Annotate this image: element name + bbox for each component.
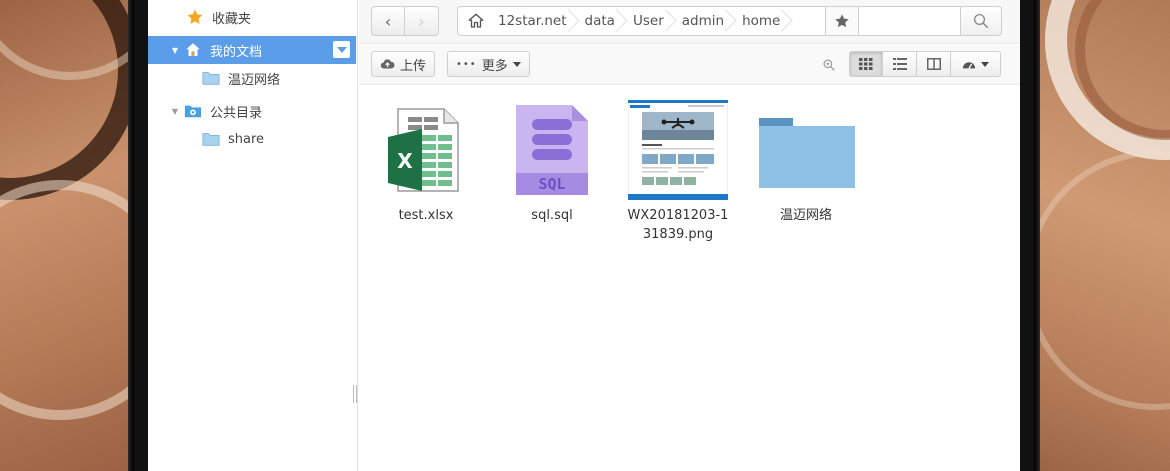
row-menu-button[interactable] xyxy=(333,41,350,58)
sidebar-item-public[interactable]: ▼ 公共目录 xyxy=(148,97,356,125)
sidebar-item-my-documents[interactable]: ▼ 我的文档 xyxy=(148,36,356,64)
file-item[interactable]: 温迈网络 xyxy=(751,100,861,225)
bezel-edge-left xyxy=(128,0,134,471)
home-icon xyxy=(184,41,202,59)
upload-label: 上传 xyxy=(400,58,427,74)
breadcrumb-item[interactable]: home xyxy=(738,7,794,35)
expand-caret-icon[interactable]: ▼ xyxy=(170,45,180,55)
image-thumbnail xyxy=(623,100,733,200)
file-name: 温迈网络 xyxy=(779,208,832,223)
public-folder-icon xyxy=(184,102,202,120)
file-item[interactable]: SQL sql.sql xyxy=(497,100,607,225)
ellipsis-icon: ••• xyxy=(456,58,477,70)
list-view-button[interactable] xyxy=(883,51,917,77)
search-icon xyxy=(973,13,989,29)
chevron-left-icon: ‹ xyxy=(384,11,392,31)
sidebar-item-wenmai[interactable]: 温迈网络 xyxy=(148,64,356,92)
theme-dropdown-button[interactable] xyxy=(951,51,1001,77)
breadcrumb-home[interactable] xyxy=(458,7,494,35)
sidebar-item-label: share xyxy=(228,131,265,147)
sidebar-item-label: 收藏夹 xyxy=(212,11,252,27)
toolbar: 上传 ••• 更多 xyxy=(359,45,1020,85)
list-icon xyxy=(892,58,907,70)
sidebar-item-label: 温迈网络 xyxy=(228,72,281,88)
sidebar-tree: 收藏夹 ▼ 我的文档 温迈网络 ▼ 公共目录 share xyxy=(148,0,358,471)
folder-icon xyxy=(202,130,220,148)
file-grid: X test.xlsx SQL sql.sql WX20181203-13183… xyxy=(359,86,1020,471)
favorite-button[interactable] xyxy=(825,6,859,36)
cloud-upload-icon xyxy=(380,58,395,70)
file-name: WX20181203-131839.png xyxy=(627,208,729,242)
columns-icon xyxy=(926,58,941,70)
expand-caret-icon[interactable]: ▼ xyxy=(170,106,180,116)
sidebar-item-label: 我的文档 xyxy=(210,44,263,60)
search-button[interactable] xyxy=(960,6,1002,36)
forward-button[interactable]: › xyxy=(405,6,439,36)
search-input[interactable] xyxy=(858,6,972,36)
view-mode-group xyxy=(849,51,1001,77)
grid-view-button[interactable] xyxy=(849,51,883,77)
file-name: test.xlsx xyxy=(398,208,454,223)
split-view-button[interactable] xyxy=(917,51,951,77)
star-icon xyxy=(835,14,849,28)
file-item[interactable]: X test.xlsx xyxy=(371,100,481,225)
folder-icon xyxy=(751,100,861,200)
breadcrumb-item[interactable]: admin xyxy=(678,7,738,35)
breadcrumb-item[interactable]: 12star.net xyxy=(494,7,581,35)
sql-file-icon: SQL xyxy=(497,100,607,200)
sidebar-item-favorites[interactable]: 收藏夹 xyxy=(148,3,356,31)
more-label: 更多 xyxy=(481,58,508,74)
folder-icon xyxy=(202,69,220,87)
breadcrumb-item[interactable]: User xyxy=(629,7,678,35)
file-manager-window: 收藏夹 ▼ 我的文档 温迈网络 ▼ 公共目录 share ‹ › 12star.… xyxy=(148,0,1020,471)
star-icon xyxy=(186,8,204,26)
dashboard-icon xyxy=(962,62,976,69)
home-icon xyxy=(468,13,484,28)
svg-text:X: X xyxy=(397,149,413,173)
main-panel: ‹ › 12star.net data User admin home 上传 •… xyxy=(359,0,1020,471)
sidebar-resize-handle[interactable] xyxy=(353,385,357,403)
upload-button[interactable]: 上传 xyxy=(371,51,436,77)
chevron-down-icon xyxy=(981,61,989,67)
file-name: sql.sql xyxy=(531,208,573,223)
zoom-icon[interactable] xyxy=(821,57,837,73)
chevron-down-icon xyxy=(336,46,347,53)
background-left xyxy=(0,0,135,471)
svg-text:SQL: SQL xyxy=(538,175,565,193)
background-right xyxy=(1035,0,1170,471)
address-bar: ‹ › 12star.net data User admin home xyxy=(359,0,1020,44)
file-item[interactable]: WX20181203-131839.png xyxy=(623,100,733,244)
bezel-edge-right xyxy=(1034,0,1040,471)
back-button[interactable]: ‹ xyxy=(371,6,405,36)
more-button[interactable]: ••• 更多 xyxy=(447,51,530,77)
breadcrumb: 12star.net data User admin home xyxy=(457,6,827,36)
excel-file-icon: X xyxy=(371,100,481,200)
chevron-right-icon: › xyxy=(418,11,425,31)
breadcrumb-item[interactable]: data xyxy=(581,7,629,35)
grid-icon xyxy=(859,58,873,70)
chevron-down-icon xyxy=(512,61,521,67)
sidebar-item-share[interactable]: share xyxy=(148,125,356,153)
sidebar-item-label: 公共目录 xyxy=(210,105,263,121)
